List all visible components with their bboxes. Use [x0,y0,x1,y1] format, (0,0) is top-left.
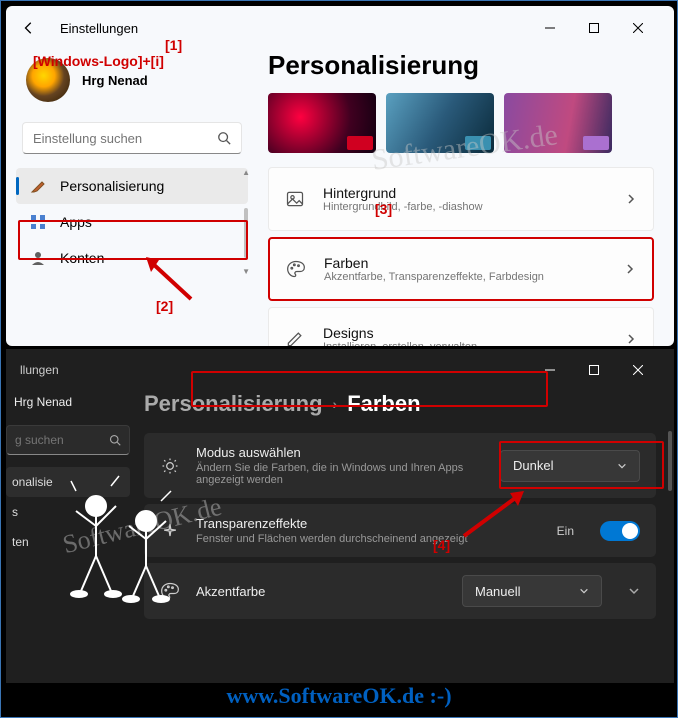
page-heading: Personalisierung [268,50,654,81]
anno-1: [1] [165,37,182,53]
setting-sub: Hintergrundbild, -farbe, -diashow [323,201,483,213]
window-title: Einstellungen [60,21,138,36]
sidebar-item-apps[interactable]: Apps [16,204,248,240]
settings-window-dark: llungen Hrg Nenad onalisie s ten Persona… [6,349,674,683]
sidebar-item-label: Konten [60,250,104,266]
chevron-right-icon [624,263,636,275]
user-name-dark: Hrg Nenad [14,395,122,409]
theme-tile[interactable] [268,93,376,153]
theme-tile[interactable] [386,93,494,153]
breadcrumb: Personalisierung › Farben [144,391,656,417]
search-icon [109,434,121,446]
search-input-dark[interactable] [15,433,109,447]
minimize-button[interactable] [528,12,572,44]
breadcrumb-sep: › [333,396,338,412]
theme-tile[interactable] [504,93,612,153]
chevron-down-icon [617,461,627,471]
user-name: Hrg Nenad [82,73,148,88]
chevron-right-icon [625,333,637,345]
setting-title: Transparenzeffekte [196,516,541,531]
setting-title: Designs [323,325,477,341]
setting-sub: Installieren, erstellen, verwalten [323,341,477,346]
anno-4: [4] [433,537,450,553]
search-input[interactable] [33,131,217,146]
search-icon [217,131,231,145]
sidebar-item-label: Apps [60,214,92,230]
setting-transparenz: Transparenzeffekte Fenster und Flächen w… [144,504,656,557]
sparkle-icon [160,521,180,541]
titlebar-dark: llungen [6,349,674,391]
sidebar-dark: Hrg Nenad onalisie s ten [6,391,130,683]
sidebar-item-personalisierung[interactable]: Personalisierung [16,168,248,204]
setting-title: Akzentfarbe [196,584,446,599]
chevron-right-icon [625,193,637,205]
setting-farben[interactable]: Farben Akzentfarbe, Transparenzeffekte, … [268,237,654,301]
sidebar-item-konten[interactable]: Konten [16,240,248,276]
dropdown-value: Manuell [475,584,521,599]
main-panel-dark: Personalisierung › Farben Modus auswähle… [130,391,674,683]
chevron-down-icon [628,585,640,597]
sidebar-item-konten-dark[interactable]: ten [6,527,130,557]
main-panel: Personalisierung Hintergrund Hintergrund… [258,50,674,346]
chevron-down-icon [579,586,589,596]
palette-icon [160,581,180,601]
setting-title: Hintergrund [323,185,483,201]
image-icon [285,189,305,209]
sidebar-item-label: Personalisierung [60,178,164,194]
setting-akzent: Akzentfarbe Manuell [144,563,656,619]
setting-title: Modus auswählen [196,445,484,460]
sidebar: Hrg Nenad Personalisierung Apps Konten [6,50,258,346]
setting-designs[interactable]: Designs Installieren, erstellen, verwalt… [268,307,654,346]
window-title-dark: llungen [20,363,59,377]
sidebar-item-apps-dark[interactable]: s [6,497,130,527]
back-button[interactable] [20,19,38,37]
pen-icon [285,329,305,346]
breadcrumb-current: Farben [347,391,420,417]
footer-url: www.SoftwareOK.de :-) [1,683,677,709]
search-box[interactable] [22,122,242,154]
sidebar-item-personalisierung-dark[interactable]: onalisie [6,467,130,497]
dropdown-value: Dunkel [513,458,553,473]
person-icon [30,250,46,266]
anno-2: [2] [156,298,173,314]
modus-dropdown[interactable]: Dunkel [500,450,640,482]
sidebar-scrollbar[interactable]: ▲▼ [244,168,248,276]
close-button[interactable] [616,12,660,44]
breadcrumb-parent[interactable]: Personalisierung [144,391,323,417]
setting-sub: Akzentfarbe, Transparenzeffekte, Farbdes… [324,271,544,283]
akzent-dropdown[interactable]: Manuell [462,575,602,607]
setting-hintergrund[interactable]: Hintergrund Hintergrundbild, -farbe, -di… [268,167,654,231]
toggle-label: Ein [557,524,574,538]
titlebar: Einstellungen [6,6,674,50]
anno-1b: [Windows-Logo]+[i] [33,53,164,69]
brush-icon [30,178,46,194]
dark-scrollbar[interactable] [668,431,672,491]
theme-thumbnails [268,93,654,153]
search-box-dark[interactable] [6,425,130,455]
transparenz-toggle[interactable] [600,521,640,541]
close-button[interactable] [616,354,660,386]
setting-sub: Ändern Sie die Farben, die in Windows un… [196,462,484,486]
setting-sub: Fenster und Flächen werden durchscheinen… [196,533,541,545]
maximize-button[interactable] [572,12,616,44]
anno-3: [3] [375,201,392,217]
maximize-button[interactable] [572,354,616,386]
apps-icon [30,214,46,230]
minimize-button[interactable] [528,354,572,386]
setting-modus: Modus auswählen Ändern Sie die Farben, d… [144,433,656,498]
setting-title: Farben [324,255,544,271]
sun-moon-icon [160,456,180,476]
palette-icon [286,259,306,279]
